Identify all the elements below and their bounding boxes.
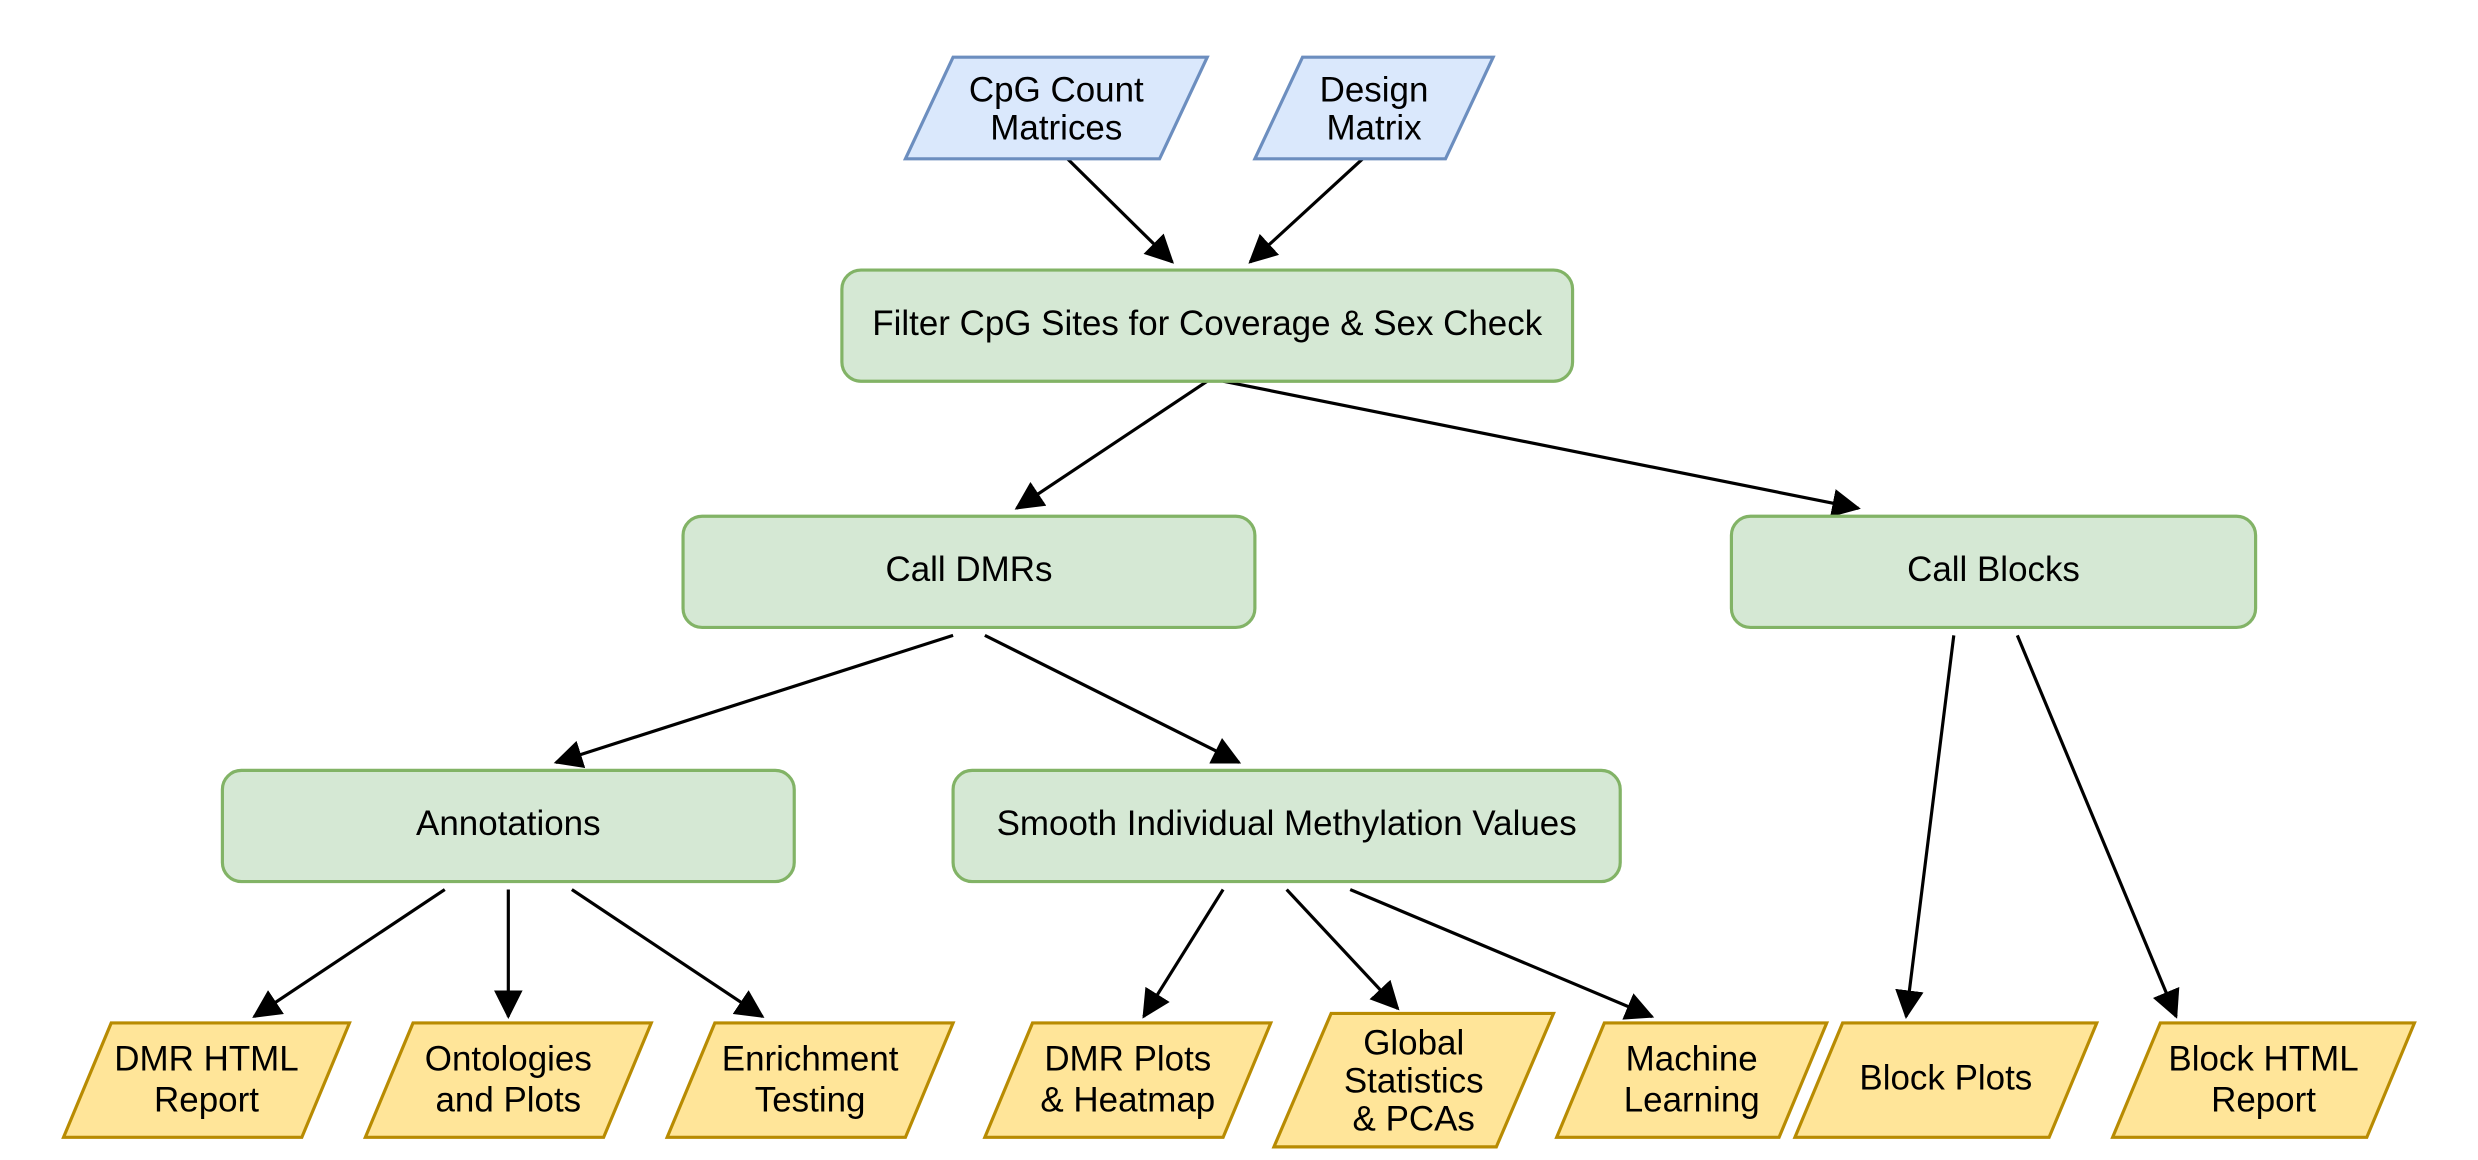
label: Filter CpG Sites for Coverage & Sex Chec… — [872, 304, 1542, 343]
label: CpG Count — [969, 70, 1144, 109]
edge-annot-enrichment — [572, 890, 763, 1017]
label: Call DMRs — [885, 550, 1052, 589]
node-block-plots: Block Plots — [1795, 1023, 2097, 1137]
label: Statistics — [1344, 1062, 1484, 1101]
edge-filter-callblocks — [1223, 381, 1858, 508]
node-call-dmrs: Call DMRs — [683, 516, 1255, 627]
node-enrichment-testing: Enrichment Testing — [667, 1023, 953, 1137]
edge-filter-calldmrs — [1017, 381, 1208, 508]
label: Annotations — [416, 804, 601, 843]
edge-blocks-blockplots — [1906, 635, 1954, 1016]
edge-annot-dmrreport — [254, 890, 445, 1017]
node-dmr-html-report: DMR HTML Report — [64, 1023, 350, 1137]
label: DMR Plots — [1044, 1039, 1211, 1078]
label: Matrices — [990, 108, 1122, 147]
label: Smooth Individual Methylation Values — [997, 804, 1577, 843]
label: Machine — [1626, 1039, 1758, 1078]
node-ontologies-plots: Ontologies and Plots — [365, 1023, 651, 1137]
label: Design — [1320, 70, 1429, 109]
edge-smooth-ml — [1350, 890, 1652, 1017]
label: & Heatmap — [1040, 1081, 1215, 1120]
label: Block Plots — [1859, 1058, 2032, 1097]
label: Call Blocks — [1907, 550, 2080, 589]
node-machine-learning: Machine Learning — [1557, 1023, 1827, 1137]
edge-cpgcount-filter — [1064, 156, 1172, 262]
edge-smooth-dmrplots — [1144, 890, 1223, 1017]
label: Testing — [755, 1081, 866, 1120]
node-annotations: Annotations — [222, 770, 794, 881]
label: Learning — [1624, 1081, 1760, 1120]
label: & PCAs — [1353, 1100, 1475, 1139]
flowchart: CpG Count Matrices Design Matrix Filter … — [0, 0, 2478, 1160]
edge-design-filter — [1250, 156, 1366, 262]
label: and Plots — [435, 1081, 581, 1120]
node-filter-cpg: Filter CpG Sites for Coverage & Sex Chec… — [842, 270, 1573, 381]
label: Report — [2211, 1081, 2316, 1120]
label: Matrix — [1326, 108, 1422, 147]
node-call-blocks: Call Blocks — [1731, 516, 2255, 627]
label: DMR HTML — [114, 1039, 298, 1078]
node-cpg-count-matrices: CpG Count Matrices — [905, 57, 1207, 159]
label: Report — [154, 1081, 259, 1120]
label: Block HTML — [2168, 1039, 2358, 1078]
node-global-stats-pcas: Global Statistics & PCAs — [1274, 1013, 1554, 1146]
node-block-html-report: Block HTML Report — [2113, 1023, 2415, 1137]
edge-calldmrs-annot — [556, 635, 953, 762]
edge-blocks-blockrep — [2017, 635, 2176, 1016]
label: Ontologies — [425, 1039, 592, 1078]
label: Global — [1363, 1023, 1464, 1062]
node-design-matrix: Design Matrix — [1255, 57, 1493, 159]
node-smooth-methylation: Smooth Individual Methylation Values — [953, 770, 1620, 881]
label: Enrichment — [722, 1039, 899, 1078]
edge-smooth-global — [1287, 890, 1398, 1009]
edge-calldmrs-smooth — [985, 635, 1239, 762]
node-dmr-plots-heatmap: DMR Plots & Heatmap — [985, 1023, 1271, 1137]
